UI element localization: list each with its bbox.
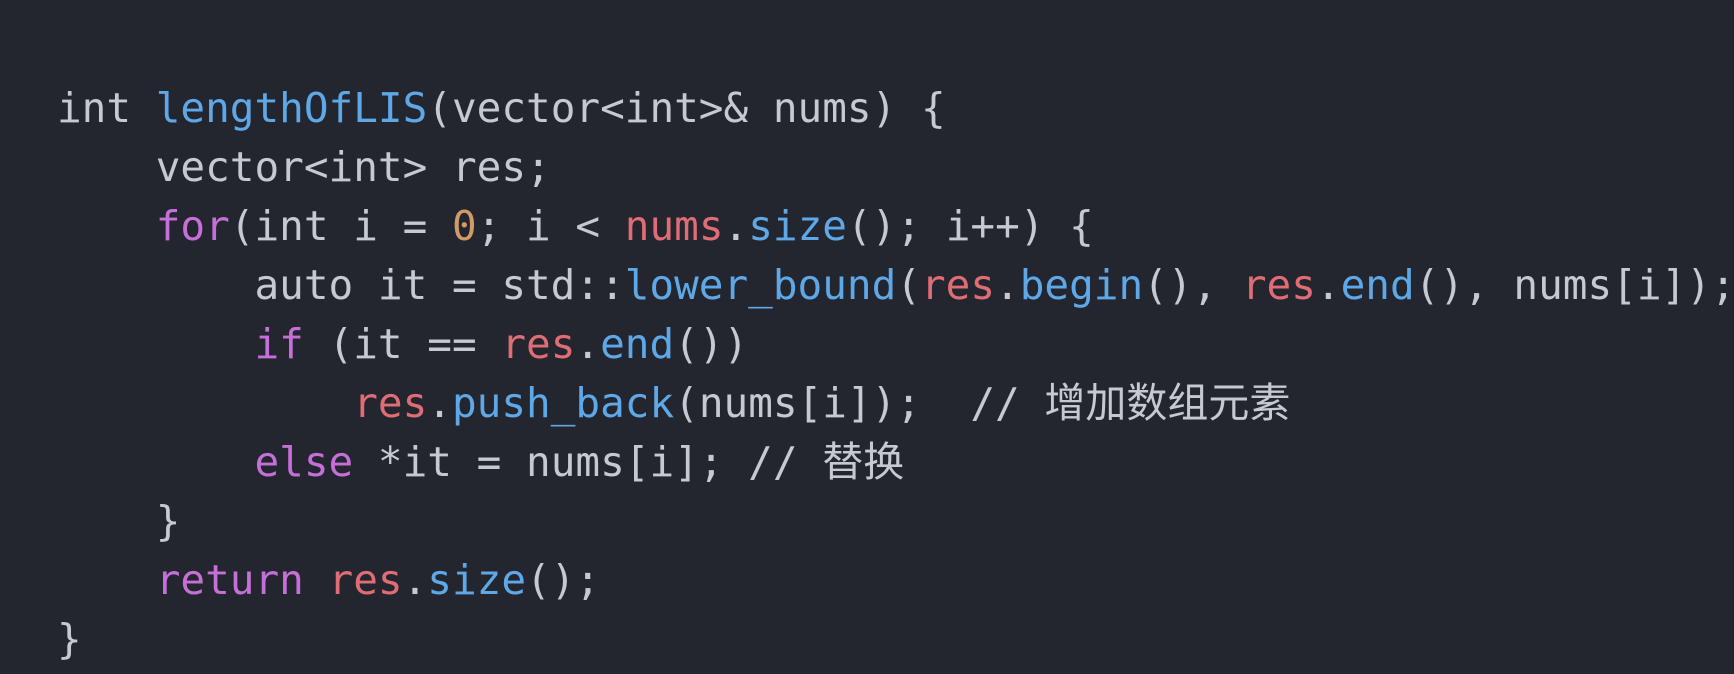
code-line: int lengthOfLIS(vector<int>& nums) {	[57, 79, 1734, 138]
code-token-plain: (); i++) {	[846, 202, 1094, 250]
code-line: if (it == res.end())	[57, 315, 1734, 374]
code-line: vector<int> res;	[57, 138, 1734, 197]
code-token-plain: }	[57, 615, 82, 663]
code-token-plain: .	[995, 261, 1020, 309]
code-token-variable: res	[1241, 261, 1316, 309]
code-token-variable: res	[501, 320, 576, 368]
code-token-plain: (), nums[i]);	[1414, 261, 1734, 309]
code-token-function: size	[427, 556, 527, 604]
code-token-plain: }	[57, 497, 181, 545]
code-token-keyword: for	[155, 202, 230, 250]
code-token-keyword: else	[254, 438, 354, 486]
code-token-number: 0	[451, 202, 477, 250]
code-token-plain: auto it = std::	[57, 261, 625, 309]
code-token-function: end	[1340, 261, 1415, 309]
code-token-keyword: if	[254, 320, 304, 368]
code-token-plain: *it = nums[i]; // 替换	[353, 438, 905, 486]
code-token-plain: (	[896, 261, 921, 309]
code-line: for(int i = 0; i < nums.size(); i++) {	[57, 197, 1734, 256]
code-token-function: size	[748, 202, 847, 250]
code-token-function: begin	[1019, 261, 1144, 309]
code-token-variable: nums	[624, 202, 724, 250]
code-line: else *it = nums[i]; // 替换	[57, 433, 1734, 492]
code-editor: int lengthOfLIS(vector<int>& nums) { vec…	[0, 0, 1734, 674]
code-line: auto it = std::lower_bound(res.begin(), …	[57, 256, 1734, 315]
code-token-plain: (int i =	[229, 202, 452, 250]
code-block: int lengthOfLIS(vector<int>& nums) { vec…	[57, 79, 1734, 669]
code-token-plain: .	[575, 320, 601, 368]
code-token-keyword: return	[155, 556, 304, 604]
code-token-plain: (nums[i]); // 增加数组元素	[674, 379, 1291, 427]
code-token-plain: vector<int> res;	[57, 143, 551, 191]
code-token-variable: res	[353, 379, 428, 427]
code-token-function: push_back	[451, 379, 675, 427]
code-token-variable: res	[920, 261, 996, 309]
code-token-function: end	[600, 320, 675, 368]
code-token-function: lower_bound	[624, 261, 897, 309]
code-line: return res.size();	[57, 551, 1734, 610]
code-token-plain: ();	[526, 556, 601, 604]
code-line: }	[57, 610, 1734, 669]
code-token-plain: (it ==	[303, 320, 502, 368]
code-token-plain: (vector<int>& nums) {	[427, 84, 946, 132]
code-token-plain: .	[402, 556, 428, 604]
code-line: }	[57, 492, 1734, 551]
code-token-plain: .	[427, 379, 452, 427]
code-token-function: lengthOfLIS	[155, 84, 428, 132]
code-token-plain: .	[723, 202, 749, 250]
code-line: res.push_back(nums[i]); // 增加数组元素	[57, 374, 1734, 433]
code-token-plain: ; i <	[476, 202, 625, 250]
code-token-plain: .	[1315, 261, 1341, 309]
code-token-plain: (),	[1143, 261, 1242, 309]
code-token-variable: res	[328, 556, 403, 604]
code-token-plain: int	[57, 84, 156, 132]
code-token-plain: ())	[674, 320, 749, 368]
